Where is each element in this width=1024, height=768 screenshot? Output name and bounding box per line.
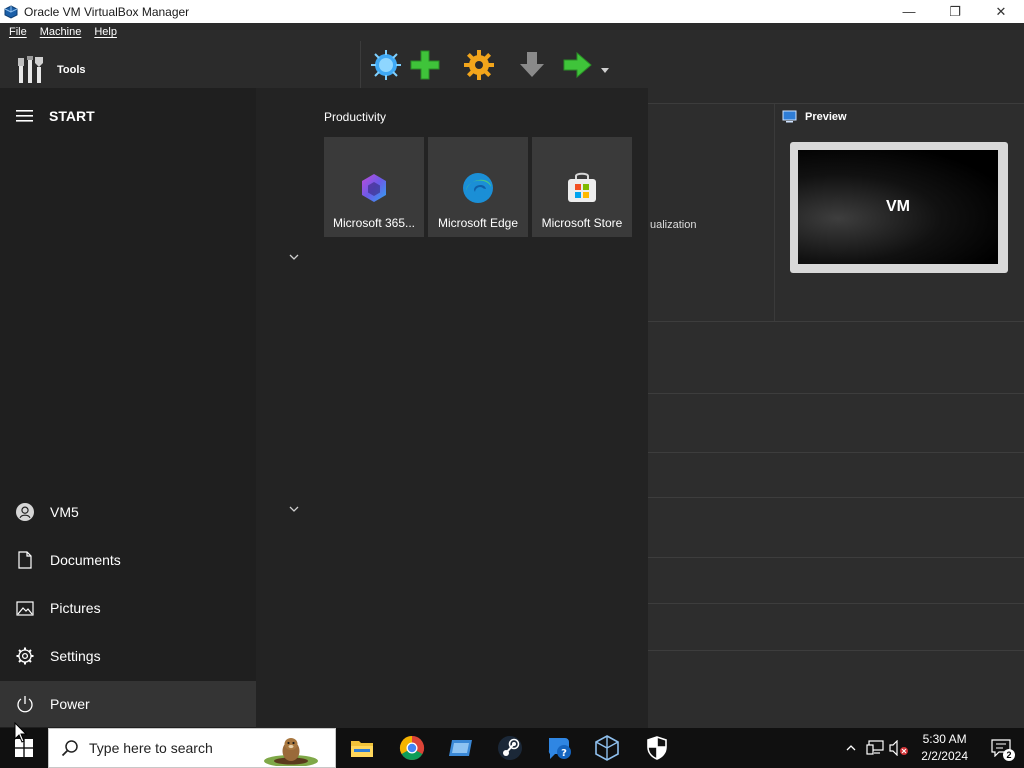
system-tray: 5:30 AM 2/2/2024 2 [839, 728, 1024, 768]
tile-microsoft-store[interactable]: Microsoft Store [532, 137, 632, 237]
tile-group-label: Productivity [324, 110, 387, 124]
windows-security-icon[interactable] [643, 734, 671, 762]
details-separator [648, 603, 1024, 604]
preview-vm-name: VM [886, 198, 910, 215]
window-titlebar: Oracle VM VirtualBox Manager — ❐ ✕ [0, 0, 1024, 23]
chevron-down-icon[interactable] [288, 505, 300, 513]
menu-machine[interactable]: Machine [40, 26, 82, 38]
maximize-button[interactable]: ❐ [932, 0, 978, 23]
microsoft-365-icon [362, 174, 386, 202]
settings-gear-icon[interactable] [463, 49, 495, 81]
tools-label: Tools [57, 64, 86, 76]
menu-help[interactable]: Help [94, 26, 117, 38]
details-separator [648, 452, 1024, 453]
hamburger-icon [16, 110, 33, 122]
network-icon[interactable] [864, 737, 886, 759]
action-center-button[interactable]: 2 [979, 728, 1023, 768]
minimize-button[interactable]: — [886, 0, 932, 23]
details-virtualization-text: ualization [650, 219, 697, 231]
virtualbox-app-icon [4, 4, 18, 19]
chrome-icon[interactable] [398, 734, 426, 762]
tile-microsoft-365-label: Microsoft 365... [332, 216, 416, 230]
details-separator [648, 650, 1024, 651]
start-dropdown-chevron-icon[interactable] [601, 68, 609, 74]
taskbar-clock[interactable]: 5:30 AM 2/2/2024 [921, 731, 968, 765]
start-menu-header[interactable]: START [16, 108, 95, 124]
tile-microsoft-edge-label: Microsoft Edge [437, 216, 519, 230]
notification-count-badge: 2 [1003, 749, 1015, 761]
clock-date: 2/2/2024 [921, 749, 968, 763]
start-item-pictures-label: Pictures [50, 600, 101, 616]
store-icon [568, 172, 596, 202]
virtualbox-icon[interactable] [593, 734, 621, 762]
tile-microsoft-365[interactable]: Microsoft 365... [324, 137, 424, 237]
get-help-icon[interactable]: ? [545, 734, 573, 762]
start-item-power[interactable]: Power [0, 681, 256, 727]
new-starburst-icon[interactable] [370, 49, 402, 81]
search-highlight-groundhog-icon [264, 738, 318, 766]
tools-icon [18, 56, 43, 83]
details-separator [648, 497, 1024, 498]
start-item-documents[interactable]: Documents [0, 537, 256, 583]
chevron-down-icon[interactable] [288, 253, 300, 261]
preview-title: Preview [805, 110, 847, 123]
start-menu-nav: START VM5 Documents Pictures Settings Po… [0, 88, 256, 728]
svg-text:?: ? [561, 748, 567, 759]
start-item-power-label: Power [50, 696, 90, 712]
document-icon [16, 551, 34, 569]
power-icon [16, 695, 34, 713]
start-item-documents-label: Documents [50, 552, 121, 568]
start-item-settings[interactable]: Settings [0, 633, 256, 679]
mouse-cursor-icon [14, 722, 28, 743]
search-input[interactable] [89, 740, 279, 756]
settings-cog-icon [16, 647, 34, 665]
picture-icon [16, 599, 34, 617]
taskbar-search[interactable] [48, 728, 336, 768]
start-title: START [49, 108, 95, 124]
menu-file[interactable]: File [9, 26, 27, 38]
chevron-up-icon[interactable] [840, 737, 862, 759]
search-icon [61, 740, 78, 757]
start-item-settings-label: Settings [50, 648, 101, 664]
window-title: Oracle VM VirtualBox Manager [24, 4, 190, 19]
preview-header[interactable]: Preview [782, 110, 847, 123]
user-avatar-icon [16, 503, 34, 521]
machine-tools-pane: Tools [0, 41, 360, 91]
tools-item[interactable]: Tools [17, 55, 86, 85]
close-button[interactable]: ✕ [978, 0, 1024, 23]
vm-preview: VM [790, 142, 1008, 273]
tile-microsoft-edge[interactable]: Microsoft Edge [428, 137, 528, 237]
tile-microsoft-store-label: Microsoft Store [541, 216, 623, 230]
add-plus-icon[interactable] [409, 49, 441, 81]
details-separator [648, 557, 1024, 558]
details-separator [648, 321, 1024, 322]
vm-preview-screen: VM [798, 150, 998, 264]
steam-icon[interactable] [496, 734, 524, 762]
taskbar: ? 5:30 AM 2/2/2024 [0, 728, 1024, 768]
clock-time: 5:30 AM [922, 732, 967, 746]
file-explorer-icon[interactable] [348, 734, 376, 762]
edge-icon [463, 173, 493, 203]
discard-down-arrow-icon[interactable] [516, 49, 548, 81]
start-right-arrow-icon[interactable] [561, 49, 593, 81]
details-separator [648, 393, 1024, 394]
remote-desktop-icon[interactable] [447, 734, 475, 762]
start-item-pictures[interactable]: Pictures [0, 585, 256, 631]
start-item-user-label: VM5 [50, 504, 79, 520]
volume-muted-icon[interactable] [888, 737, 910, 759]
start-item-user[interactable]: VM5 [0, 489, 256, 535]
menubar: File Machine Help [0, 23, 1024, 41]
details-divider [774, 104, 775, 322]
monitor-icon [782, 110, 797, 123]
